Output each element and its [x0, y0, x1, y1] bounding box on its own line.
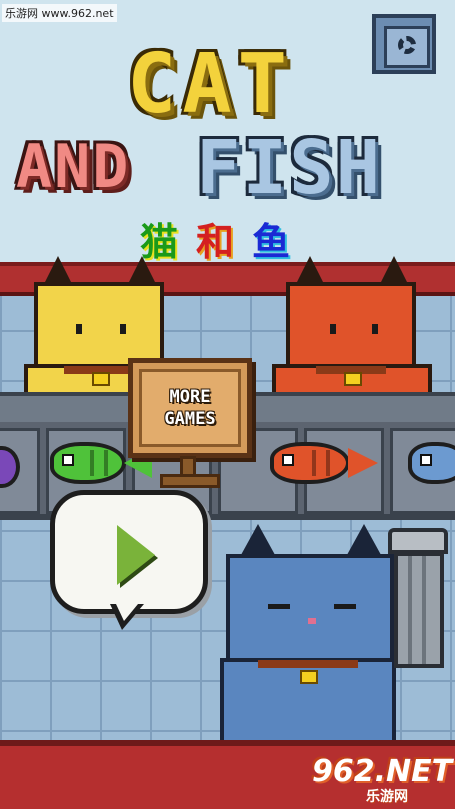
- red-fish-stripe: [312, 450, 316, 476]
- title-chinese-cat: 猫: [140, 220, 197, 264]
- red-fish: [270, 442, 378, 484]
- red-fish-tail: [348, 448, 378, 478]
- orange-cat-head: [286, 282, 416, 370]
- brand-logo: 962.NET 乐游网: [312, 756, 452, 806]
- yellow-cat-bell: [92, 372, 110, 386]
- orange-cat: [272, 256, 432, 406]
- settings-button-face: [384, 26, 430, 68]
- trash-can-body: [394, 552, 444, 668]
- title-fish: FISH: [196, 125, 383, 211]
- green-fish: [50, 442, 152, 484]
- green-fish-stripe: [90, 450, 94, 476]
- orange-cat-left-eye: [330, 324, 336, 334]
- settings-button[interactable]: [372, 14, 436, 74]
- gear-icon: [398, 36, 416, 54]
- blue-fish-eye: [420, 454, 432, 466]
- title-chinese-and: 和: [196, 220, 253, 264]
- play-icon: [117, 525, 155, 585]
- green-fish-stripe: [104, 450, 108, 476]
- blue-cat-player: [214, 524, 404, 764]
- trash-can: [388, 528, 448, 668]
- game-scene: MORE GAMES CAT AND FISH 猫和鱼 乐游网 www.962.…: [0, 0, 455, 809]
- title-chinese: 猫和鱼: [140, 218, 340, 266]
- red-fish-stripe: [326, 450, 330, 476]
- more-games-panel: MORE GAMES: [139, 369, 241, 447]
- site-watermark: 乐游网 www.962.net: [2, 4, 117, 22]
- title-chinese-fish: 鱼: [252, 220, 309, 264]
- more-games-button[interactable]: MORE GAMES: [128, 358, 252, 458]
- blue-cat-head: [226, 554, 394, 664]
- title-and: AND: [16, 132, 131, 202]
- more-games-label: MORE GAMES: [164, 387, 216, 429]
- orange-cat-right-eye: [372, 324, 378, 334]
- brand-logo-sub: 乐游网: [366, 789, 408, 805]
- red-fish-eye: [282, 454, 294, 466]
- blue-cat-nose: [308, 618, 316, 624]
- orange-cat-bell: [344, 372, 362, 386]
- trash-can-lid: [388, 528, 448, 554]
- blue-cat-bell: [300, 670, 318, 684]
- blue-cat-collar: [258, 660, 358, 668]
- green-fish-eye: [62, 454, 74, 466]
- title-cat: CAT: [126, 37, 294, 132]
- yellow-cat-left-eye: [76, 324, 82, 334]
- blue-cat-left-eye: [268, 604, 290, 609]
- brand-logo-main: 962.NET: [312, 754, 453, 789]
- yellow-cat-right-eye: [120, 324, 126, 334]
- bubble-tail-inner: [116, 604, 138, 621]
- yellow-cat-head: [34, 282, 164, 370]
- play-button[interactable]: [50, 490, 208, 614]
- blue-cat-right-eye: [334, 604, 356, 609]
- sign-base: [160, 474, 220, 488]
- blue-fish: [408, 442, 455, 484]
